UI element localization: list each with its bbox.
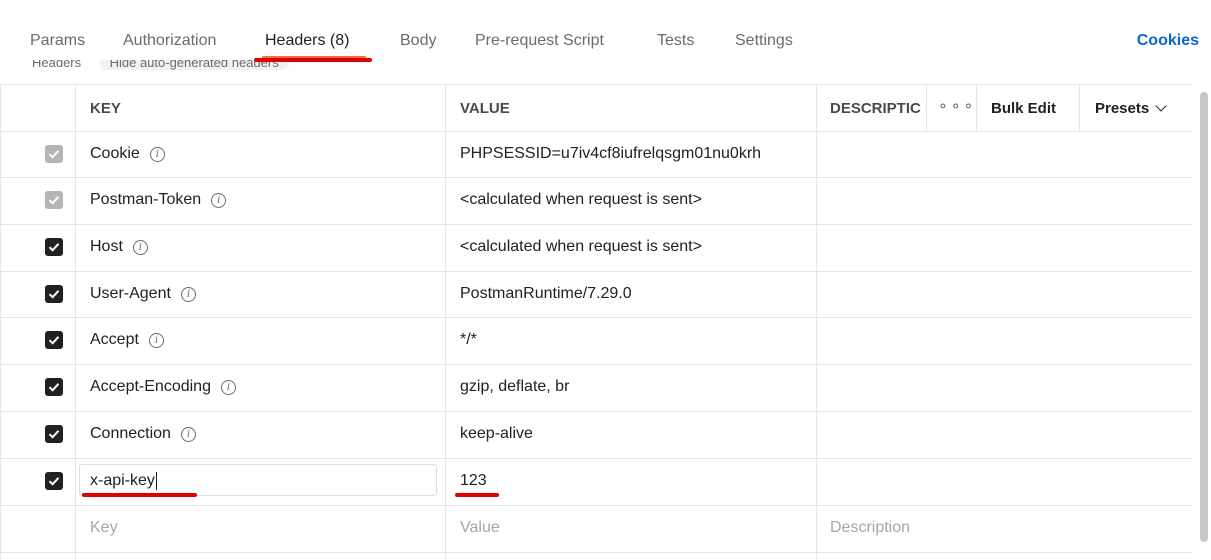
table-row: User-Agent i PostmanRuntime/7.29.0 xyxy=(1,271,1191,317)
header-key: Connection i xyxy=(90,425,196,443)
header-value[interactable]: */* xyxy=(460,331,477,349)
table-row: Postman-Token i <calculated when request … xyxy=(1,177,1191,223)
info-icon[interactable]: i xyxy=(180,287,196,302)
tab-pre-request-script[interactable]: Pre-request Script xyxy=(475,32,604,50)
headers-sub-label: Headers xyxy=(32,60,82,70)
info-icon[interactable]: i xyxy=(220,380,236,395)
chevron-down-icon xyxy=(1155,100,1167,112)
row-checkbox[interactable] xyxy=(45,425,63,443)
header-key: Accept i xyxy=(90,331,164,349)
tab-body[interactable]: Body xyxy=(400,32,436,50)
ellipsis-icon[interactable]: ⚬⚬⚬ xyxy=(937,98,975,115)
info-icon[interactable]: i xyxy=(180,427,196,442)
tab-settings[interactable]: Settings xyxy=(735,32,793,50)
column-header-description: DESCRIPTIC xyxy=(830,100,921,117)
table-row: Accept-Encoding i gzip, deflate, br xyxy=(1,364,1191,410)
column-header-value: VALUE xyxy=(460,100,510,117)
row-checkbox[interactable] xyxy=(45,238,63,256)
header-key: Host i xyxy=(90,238,148,256)
table-header-row: KEY VALUE DESCRIPTIC ⚬⚬⚬ Bulk Edit Prese… xyxy=(1,84,1191,130)
new-value-input[interactable]: Value xyxy=(460,519,500,537)
header-value[interactable]: <calculated when request is sent> xyxy=(460,238,702,256)
row-checkbox[interactable] xyxy=(45,472,63,490)
table-row: Connection i keep-alive xyxy=(1,411,1191,457)
header-key-text: Connection xyxy=(90,425,171,442)
table-row: Accept i */* xyxy=(1,317,1191,363)
new-key-input[interactable]: Key xyxy=(90,519,118,537)
info-icon[interactable]: i xyxy=(148,333,164,348)
tab-authorization[interactable]: Authorization xyxy=(123,32,216,50)
tab-headers[interactable]: Headers (8) xyxy=(265,32,349,50)
header-key: Accept-Encoding i xyxy=(90,378,236,396)
tab-tests[interactable]: Tests xyxy=(657,32,694,50)
new-header-row: Key Value Description xyxy=(1,505,1191,551)
header-value[interactable]: PHPSESSID=u7iv4cf8iufrelqsgm01nu0krh xyxy=(460,145,761,163)
info-icon[interactable]: i xyxy=(149,147,165,162)
info-icon[interactable]: i xyxy=(211,193,227,208)
column-header-key: KEY xyxy=(90,100,121,117)
header-key-text: Accept-Encoding xyxy=(90,378,211,395)
row-checkbox[interactable] xyxy=(45,145,63,163)
header-key-text: Cookie xyxy=(90,145,140,162)
tab-params[interactable]: Params xyxy=(30,32,85,50)
info-icon[interactable]: i xyxy=(132,240,148,255)
header-key-input-value: x-api-key xyxy=(90,472,155,489)
bulk-edit-button[interactable]: Bulk Edit xyxy=(991,100,1056,117)
row-checkbox[interactable] xyxy=(45,191,63,209)
header-value[interactable]: gzip, deflate, br xyxy=(460,378,569,396)
header-key: Cookie i xyxy=(90,145,165,163)
cookies-link[interactable]: Cookies xyxy=(1137,32,1199,50)
header-value[interactable]: 123 xyxy=(460,472,487,490)
row-checkbox[interactable] xyxy=(45,285,63,303)
header-value[interactable]: keep-alive xyxy=(460,425,533,443)
request-tab-bar: Params Authorization Headers (8) Body Pr… xyxy=(0,0,1211,60)
header-value[interactable]: PostmanRuntime/7.29.0 xyxy=(460,285,632,303)
table-row: Cookie i PHPSESSID=u7iv4cf8iufrelqsgm01nu… xyxy=(1,131,1191,177)
presets-label: Presets xyxy=(1095,100,1150,117)
new-description-input[interactable]: Description xyxy=(830,519,910,537)
header-key-input[interactable]: x-api-key xyxy=(79,464,437,496)
header-key: User-Agent i xyxy=(90,285,196,303)
annotation-underline-headers-tab xyxy=(254,58,372,62)
header-key-text: Postman-Token xyxy=(90,191,202,208)
table-row: Host i <calculated when request is sent> xyxy=(1,224,1191,270)
text-caret xyxy=(155,471,157,490)
annotation-underline-value xyxy=(455,493,499,497)
row-checkbox[interactable] xyxy=(45,331,63,349)
header-key-text: User-Agent xyxy=(90,285,171,302)
header-value[interactable]: <calculated when request is sent> xyxy=(460,191,702,209)
header-key-text: Accept xyxy=(90,331,139,348)
scrollbar-thumb[interactable] xyxy=(1200,92,1208,542)
headers-table: KEY VALUE DESCRIPTIC ⚬⚬⚬ Bulk Edit Prese… xyxy=(0,84,1191,560)
row-checkbox[interactable] xyxy=(45,378,63,396)
header-key-text: Host xyxy=(90,238,123,255)
table-row: x-api-key 123 xyxy=(1,458,1191,504)
annotation-underline-key xyxy=(82,493,197,497)
presets-dropdown[interactable]: Presets xyxy=(1095,100,1167,117)
header-key: Postman-Token i xyxy=(90,191,227,209)
